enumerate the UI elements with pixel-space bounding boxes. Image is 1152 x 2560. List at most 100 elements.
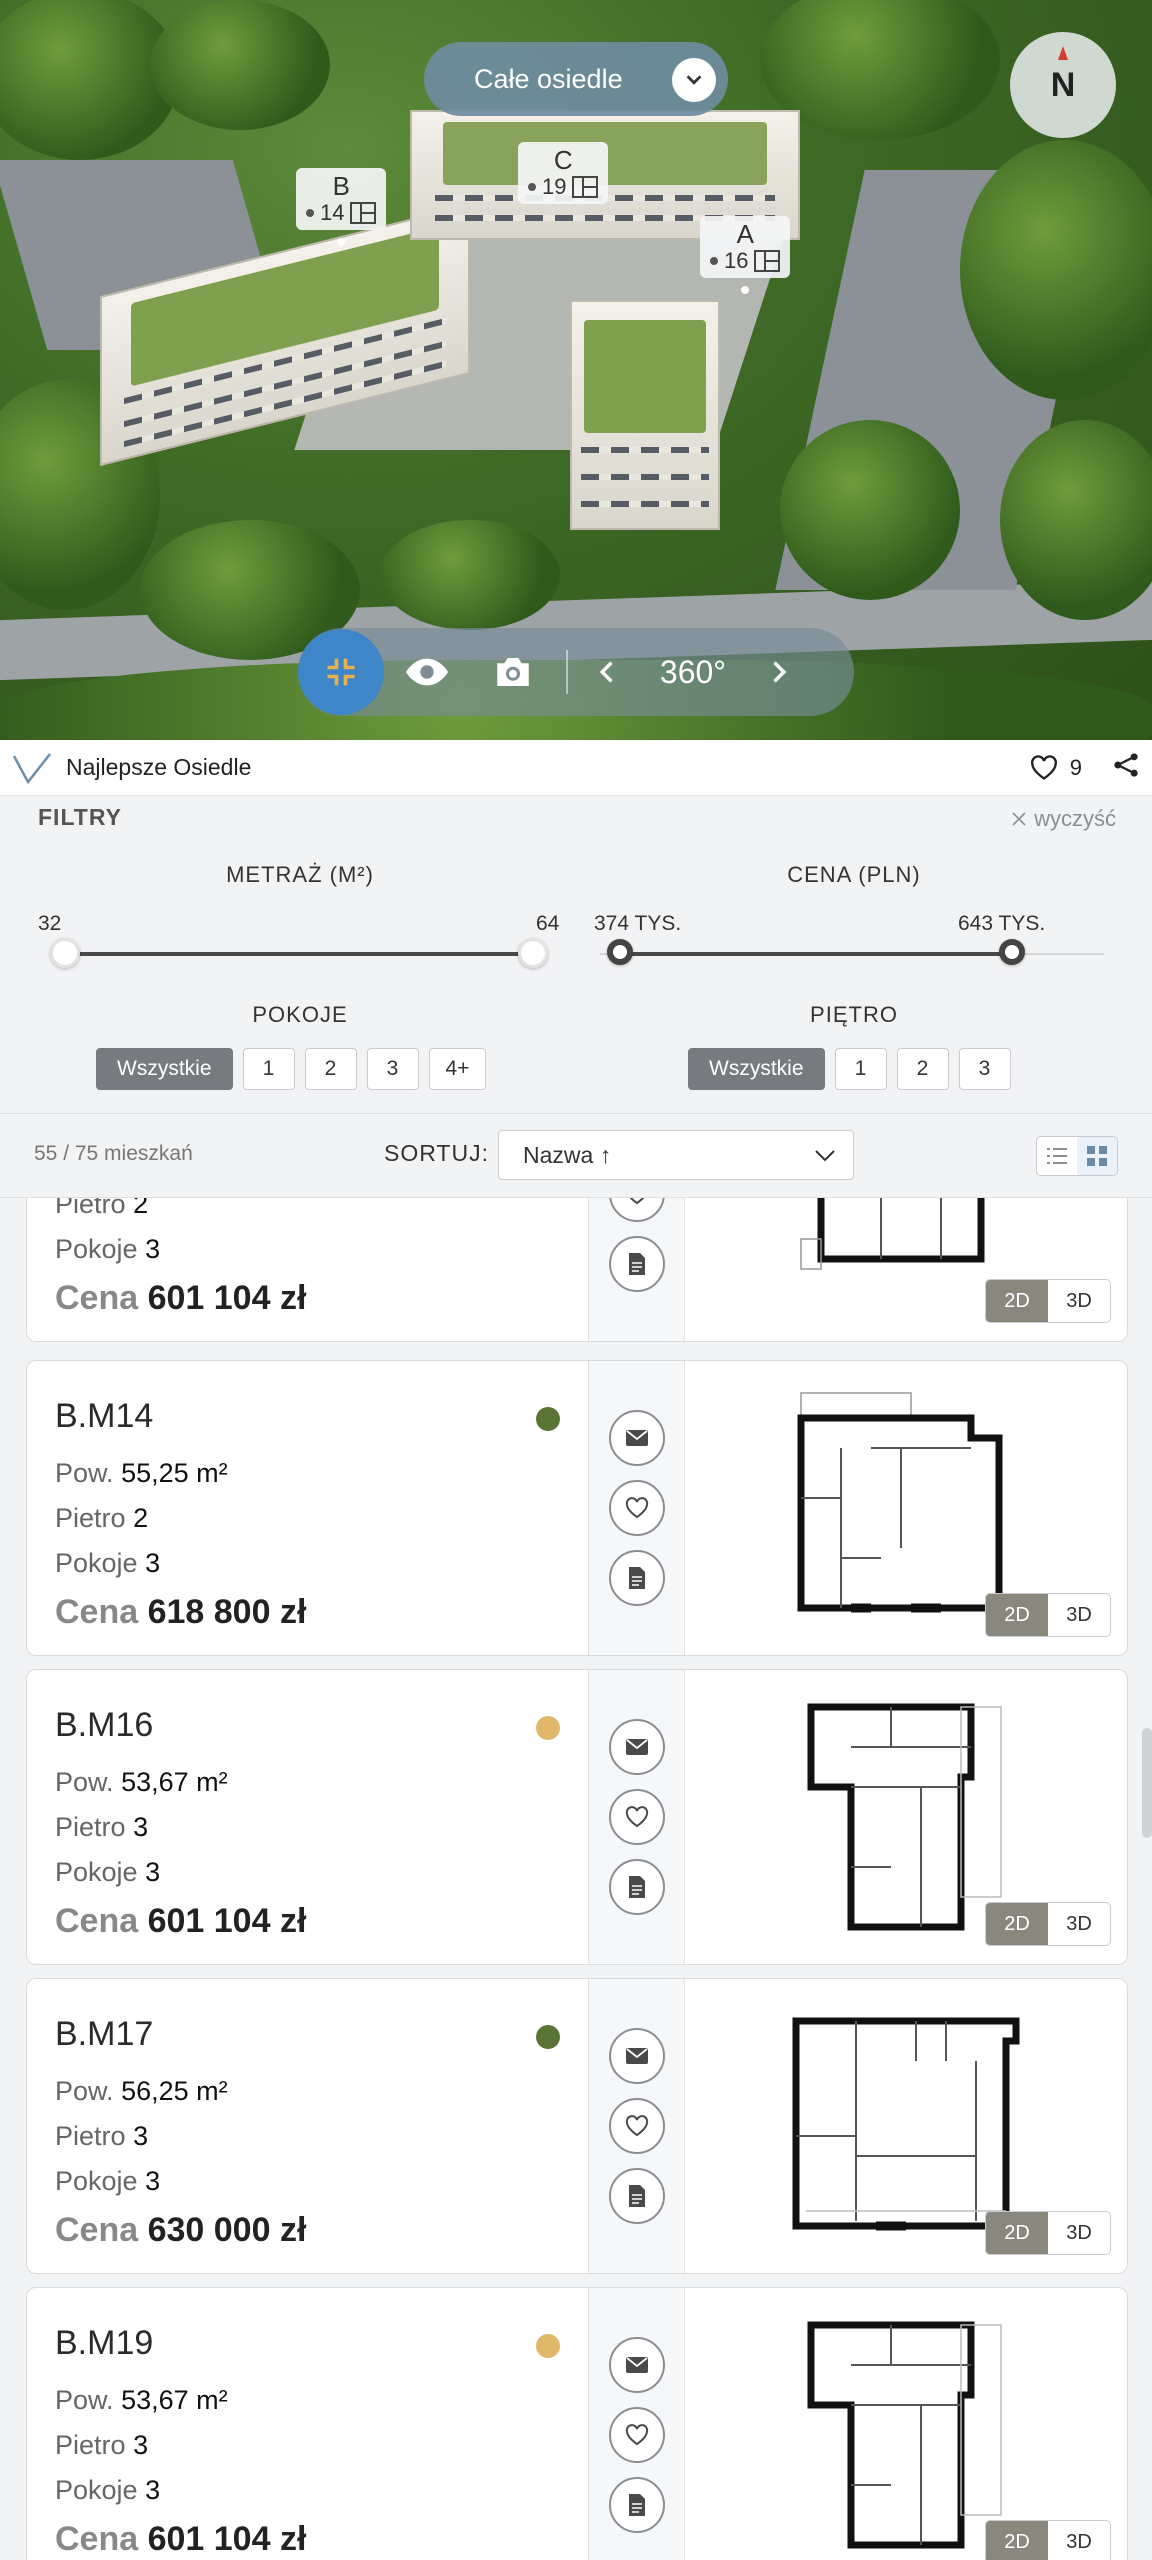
floor-option-all[interactable]: Wszystkie xyxy=(688,1048,825,1090)
document-button[interactable] xyxy=(608,2477,665,2533)
collapse-button[interactable] xyxy=(298,629,384,715)
favorite-button[interactable] xyxy=(608,1198,665,1222)
rooms-option-all[interactable]: Wszystkie xyxy=(96,1048,233,1090)
chevron-right-icon xyxy=(773,661,787,683)
plan-2d-button[interactable]: 2D xyxy=(986,1280,1048,1322)
aerial-view[interactable]: Całe osiedle N B 14 C 19 A 16 360° xyxy=(0,0,1152,740)
price-value: 601 104 zł xyxy=(147,2520,307,2558)
floorplan[interactable]: 2D 3D xyxy=(685,1361,1127,1655)
price-max-handle[interactable] xyxy=(999,939,1025,965)
email-button[interactable] xyxy=(608,1410,665,1466)
apartment-card[interactable]: B.M14 Pow. 55,25 m² Pietro 2 Pokoje 3 Ce… xyxy=(26,1360,1128,1656)
plan-3d-button[interactable]: 3D xyxy=(1048,1903,1110,1945)
site-select[interactable]: Całe osiedle xyxy=(424,42,728,116)
apartment-price: Cena 601 104 zł xyxy=(55,1902,588,1941)
floor-option-3[interactable]: 3 xyxy=(958,1048,1011,1090)
floorplan[interactable]: 2D 3D xyxy=(685,1198,1127,1341)
plan-3d-button[interactable]: 3D xyxy=(1048,1594,1110,1636)
toolbar-divider xyxy=(566,650,568,694)
collapse-icon xyxy=(327,658,355,686)
eye-button[interactable] xyxy=(384,629,470,715)
floor-value: 3 xyxy=(133,2121,149,2151)
building-marker-a[interactable]: A 16 xyxy=(700,216,791,294)
document-button[interactable] xyxy=(608,1236,665,1292)
apartment-card[interactable]: B.M19 Pow. 53,67 m² Pietro 3 Pokoje 3 Ce… xyxy=(26,2287,1128,2560)
price-value: 618 800 zł xyxy=(147,1593,307,1631)
price-slider-track[interactable] xyxy=(620,952,1012,956)
favorite-button[interactable] xyxy=(608,1789,665,1845)
share-icon xyxy=(1114,753,1138,777)
plan-3d-button[interactable]: 3D xyxy=(1048,1280,1110,1322)
building-a[interactable] xyxy=(570,300,720,530)
share-button[interactable] xyxy=(1112,751,1140,784)
plan-2d-button[interactable]: 2D xyxy=(986,2521,1048,2560)
apartment-card[interactable]: B.M17 Pow. 56,25 m² Pietro 3 Pokoje 3 Ce… xyxy=(26,1978,1128,2274)
plan-3d-button[interactable]: 3D xyxy=(1048,2212,1110,2254)
apartment-card[interactable]: Pietro 2 Pokoje 3 Cena 601 104 zł 2D 3D xyxy=(26,1198,1128,1342)
floorplan[interactable]: 2D 3D xyxy=(685,1979,1127,2273)
email-button[interactable] xyxy=(608,2337,665,2393)
floorplan-icon xyxy=(350,202,377,224)
apartment-info: Pietro 2 Pokoje 3 Cena 601 104 zł xyxy=(27,1198,589,1341)
email-button[interactable] xyxy=(608,2028,665,2084)
grid-view-button[interactable] xyxy=(1077,1137,1117,1175)
area-max-handle[interactable] xyxy=(518,938,548,968)
rooms-option-1[interactable]: 1 xyxy=(242,1048,295,1090)
camera-button[interactable] xyxy=(470,629,556,715)
apartment-card[interactable]: B.M16 Pow. 53,67 m² Pietro 3 Pokoje 3 Ce… xyxy=(26,1669,1128,1965)
apartment-floor: Pietro 2 xyxy=(55,1503,588,1534)
results-count: 55 / 75 mieszkań xyxy=(34,1142,193,1165)
document-button[interactable] xyxy=(608,2168,665,2224)
plan-2d-button[interactable]: 2D xyxy=(986,1903,1048,1945)
building-marker-c[interactable]: C 19 xyxy=(518,142,609,204)
rooms-label: Pokoje xyxy=(55,1857,138,1887)
sort-value: Nazwa ↑ xyxy=(523,1141,612,1168)
favorite-button[interactable] xyxy=(608,2098,665,2154)
plan-2d-button[interactable]: 2D xyxy=(986,1594,1048,1636)
view-mode-toggle xyxy=(1036,1136,1118,1176)
floor-option-1[interactable]: 1 xyxy=(834,1048,887,1090)
rooms-option-3[interactable]: 3 xyxy=(366,1048,419,1090)
building-marker-b[interactable]: B 14 xyxy=(296,168,387,246)
building-count: 14 xyxy=(320,200,345,225)
rooms-option-4plus[interactable]: 4+ xyxy=(428,1048,487,1090)
favorite-button[interactable] xyxy=(608,1480,665,1536)
clear-filters-button[interactable]: wyczyść xyxy=(1010,806,1116,832)
list-view-button[interactable] xyxy=(1037,1137,1077,1175)
heart-icon xyxy=(625,2424,648,2446)
email-button[interactable] xyxy=(608,1719,665,1775)
floor-label: Pietro xyxy=(55,1198,126,1219)
apartment-list[interactable]: Pietro 2 Pokoje 3 Cena 601 104 zł 2D 3D … xyxy=(0,1198,1152,2560)
rooms-option-2[interactable]: 2 xyxy=(304,1048,357,1090)
rotate-right-button[interactable] xyxy=(748,629,808,715)
chevron-down-icon[interactable] xyxy=(672,58,716,102)
rooms-value: 3 xyxy=(145,1234,161,1264)
floorplan[interactable]: 2D 3D xyxy=(685,2288,1127,2560)
tree xyxy=(150,0,330,130)
document-button[interactable] xyxy=(608,1550,665,1606)
list-scrollbar[interactable] xyxy=(1142,1728,1152,1838)
area-slider-track[interactable] xyxy=(64,952,534,956)
apartment-rooms: Pokoje 3 xyxy=(55,1548,588,1579)
chevron-down-icon xyxy=(815,1150,835,1162)
document-button[interactable] xyxy=(608,1859,665,1915)
floor-option-2[interactable]: 2 xyxy=(896,1048,949,1090)
rotate-left-button[interactable] xyxy=(578,629,638,715)
area-min-value: 32 xyxy=(38,912,62,935)
sort-select[interactable]: Nazwa ↑ xyxy=(498,1130,854,1180)
grid-icon xyxy=(1087,1146,1107,1166)
floorplan-icon xyxy=(572,176,599,198)
chevron-left-icon xyxy=(599,661,613,683)
dot-icon xyxy=(306,209,314,217)
compass-button[interactable]: N xyxy=(1010,32,1116,138)
area-min-handle[interactable] xyxy=(50,938,80,968)
plan-2d-button[interactable]: 2D xyxy=(986,2212,1048,2254)
price-min-handle[interactable] xyxy=(607,939,633,965)
apartment-info: B.M14 Pow. 55,25 m² Pietro 2 Pokoje 3 Ce… xyxy=(27,1361,589,1655)
plan-3d-button[interactable]: 3D xyxy=(1048,2521,1110,2560)
price-label: Cena xyxy=(55,1279,139,1317)
favorite-button[interactable] xyxy=(608,2407,665,2463)
apartment-price: Cena 618 800 zł xyxy=(55,1593,588,1632)
favorites-button[interactable]: 9 xyxy=(1030,755,1082,781)
floorplan[interactable]: 2D 3D xyxy=(685,1670,1127,1964)
